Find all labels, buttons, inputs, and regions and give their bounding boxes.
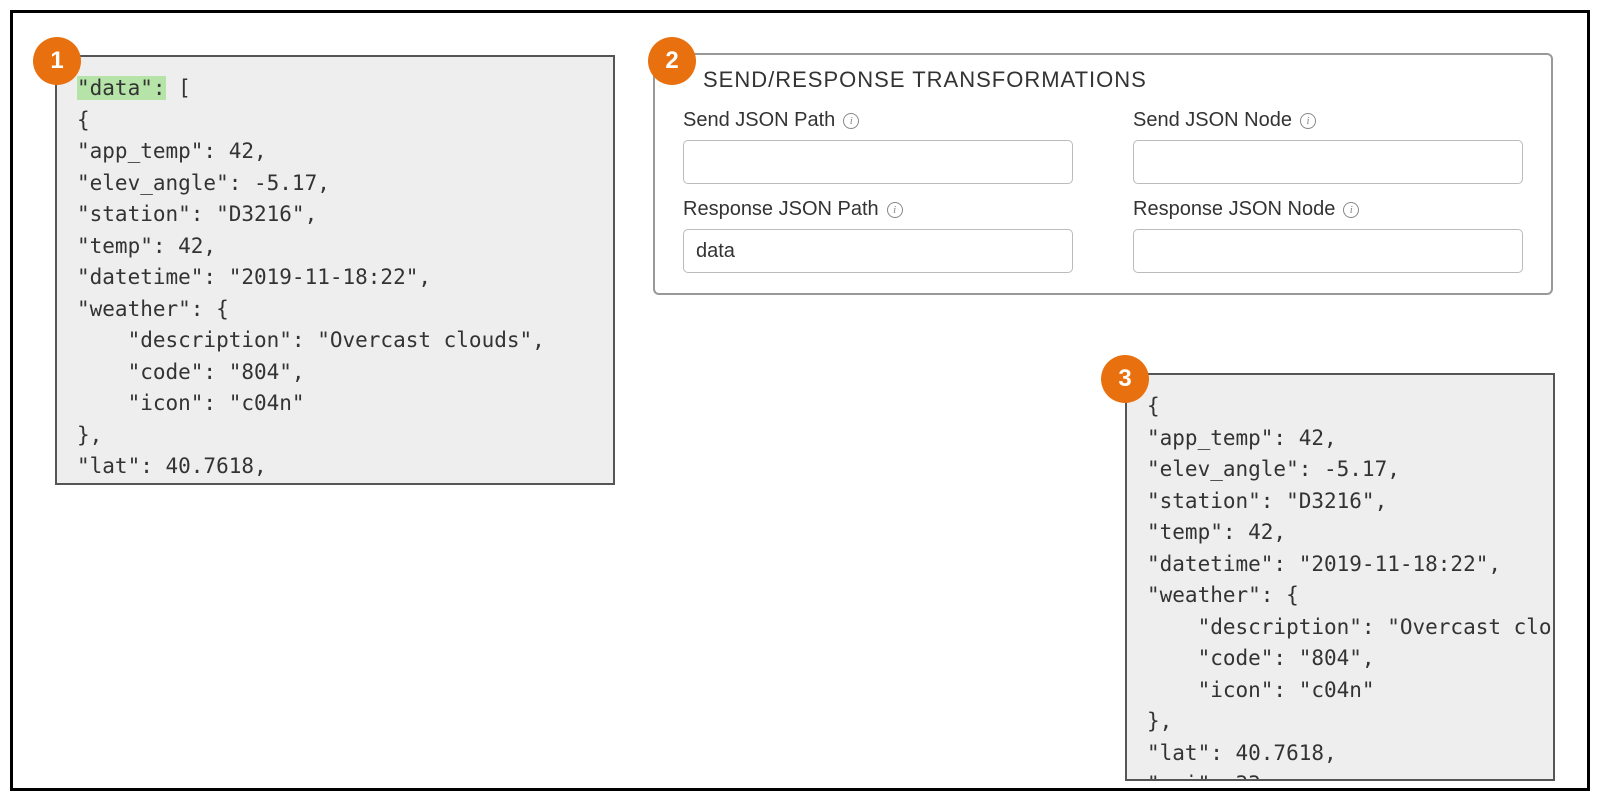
outer-frame: 1 "data": [ { "app_temp": 42, "elev_angl… xyxy=(10,10,1590,791)
send-json-node-label: Send JSON Node i xyxy=(1133,109,1523,132)
info-icon[interactable]: i xyxy=(843,113,859,129)
step-badge-1: 1 xyxy=(33,37,81,85)
json-key-highlight: "data": xyxy=(77,76,166,100)
label-text: Send JSON Path xyxy=(683,109,835,132)
json-body-1: { "app_temp": 42, "elev_angle": -5.17, "… xyxy=(77,108,545,486)
send-json-path-field: Send JSON Path i xyxy=(683,109,1073,184)
json-result-panel: { "app_temp": 42, "elev_angle": -5.17, "… xyxy=(1125,373,1555,781)
response-json-node-input[interactable] xyxy=(1133,229,1523,273)
json-source-panel: "data": [ { "app_temp": 42, "elev_angle"… xyxy=(55,55,615,485)
label-text: Response JSON Path xyxy=(683,198,879,221)
response-json-path-label: Response JSON Path i xyxy=(683,198,1073,221)
transformations-panel: SEND/RESPONSE TRANSFORMATIONS Send JSON … xyxy=(653,53,1553,295)
response-json-path-field: Response JSON Path i xyxy=(683,198,1073,273)
label-text: Response JSON Node xyxy=(1133,198,1335,221)
json-line-rest: [ xyxy=(166,76,191,100)
panel-heading: SEND/RESPONSE TRANSFORMATIONS xyxy=(703,67,1523,93)
info-icon[interactable]: i xyxy=(887,202,903,218)
send-json-path-label: Send JSON Path i xyxy=(683,109,1073,132)
json-body-3: { "app_temp": 42, "elev_angle": -5.17, "… xyxy=(1147,394,1555,781)
response-json-path-input[interactable] xyxy=(683,229,1073,273)
step-badge-3: 3 xyxy=(1101,355,1149,403)
label-text: Send JSON Node xyxy=(1133,109,1292,132)
send-json-path-input[interactable] xyxy=(683,140,1073,184)
info-icon[interactable]: i xyxy=(1300,113,1316,129)
response-json-node-label: Response JSON Node i xyxy=(1133,198,1523,221)
response-json-node-field: Response JSON Node i xyxy=(1133,198,1523,273)
info-icon[interactable]: i xyxy=(1343,202,1359,218)
form-grid: Send JSON Path i Send JSON Node i Respon… xyxy=(683,109,1523,273)
step-badge-2: 2 xyxy=(648,37,696,85)
send-json-node-input[interactable] xyxy=(1133,140,1523,184)
send-json-node-field: Send JSON Node i xyxy=(1133,109,1523,184)
